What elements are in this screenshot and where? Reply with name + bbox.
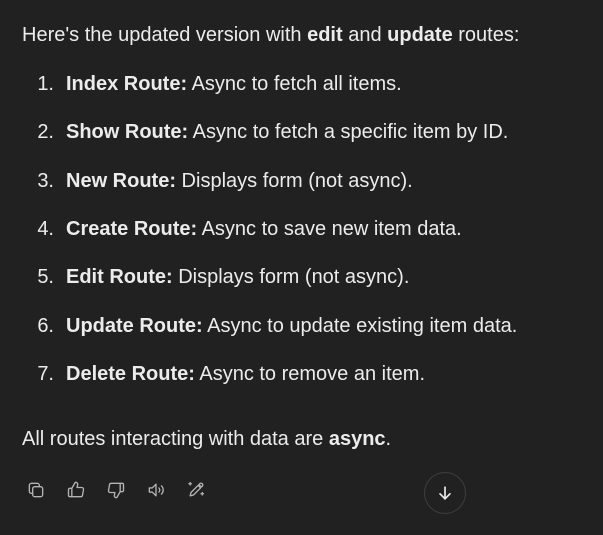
route-description: Async to fetch a specific item by ID. [188,121,509,143]
route-number: 1. [37,73,54,95]
edit-button[interactable] [182,476,210,504]
route-description: Async to save new item data. [197,218,462,240]
intro-paragraph: Here's the updated version with edit and… [22,22,519,48]
read-aloud-button[interactable] [142,476,170,504]
route-title: Delete Route: [66,363,195,385]
intro-text: Here's the updated version with [22,24,308,46]
route-title: Create Route: [66,218,198,240]
route-title: Edit Route: [66,266,173,288]
route-title: Update Route: [66,315,203,337]
intro-bold-update: update [387,24,453,46]
thumbs-down-icon [107,482,125,499]
route-description: Async to fetch all items. [187,73,402,95]
copy-button[interactable] [22,476,50,504]
intro-text-middle: and [342,24,388,46]
edit-pen-icon [188,481,205,497]
thumbs-up-button[interactable] [62,476,90,504]
route-description: Async to remove an item. [194,363,426,385]
arrow-down-icon [439,486,451,500]
route-description: Displays form (not async). [172,266,410,288]
route-title: Show Route: [66,121,189,143]
read-aloud-icon [148,483,164,497]
route-description: Async to update existing item data. [202,315,518,337]
route-number: 3. [37,170,54,192]
outro-bold-async: async [328,428,386,450]
route-title: New Route: [66,170,176,192]
route-number: 6. [37,315,54,337]
outro-text: All routes interacting with data are [22,428,329,450]
route-number: 5. [37,266,54,288]
copy-icon [28,482,44,498]
scroll-to-bottom-button[interactable] [424,472,466,514]
outro-paragraph: All routes interacting with data are asy… [22,426,391,452]
intro-bold-edit: edit [307,24,343,46]
route-number: 7. [37,363,54,385]
thumbs-up-icon [67,481,85,498]
route-number: 2. [37,121,54,143]
outro-text-end: . [385,428,392,450]
route-description: Displays form (not async). [176,170,413,192]
message-actions [22,476,210,504]
route-title: Index Route: [66,73,188,95]
intro-text-end: routes: [452,24,520,46]
route-number: 4. [37,218,54,240]
thumbs-down-button[interactable] [102,476,130,504]
